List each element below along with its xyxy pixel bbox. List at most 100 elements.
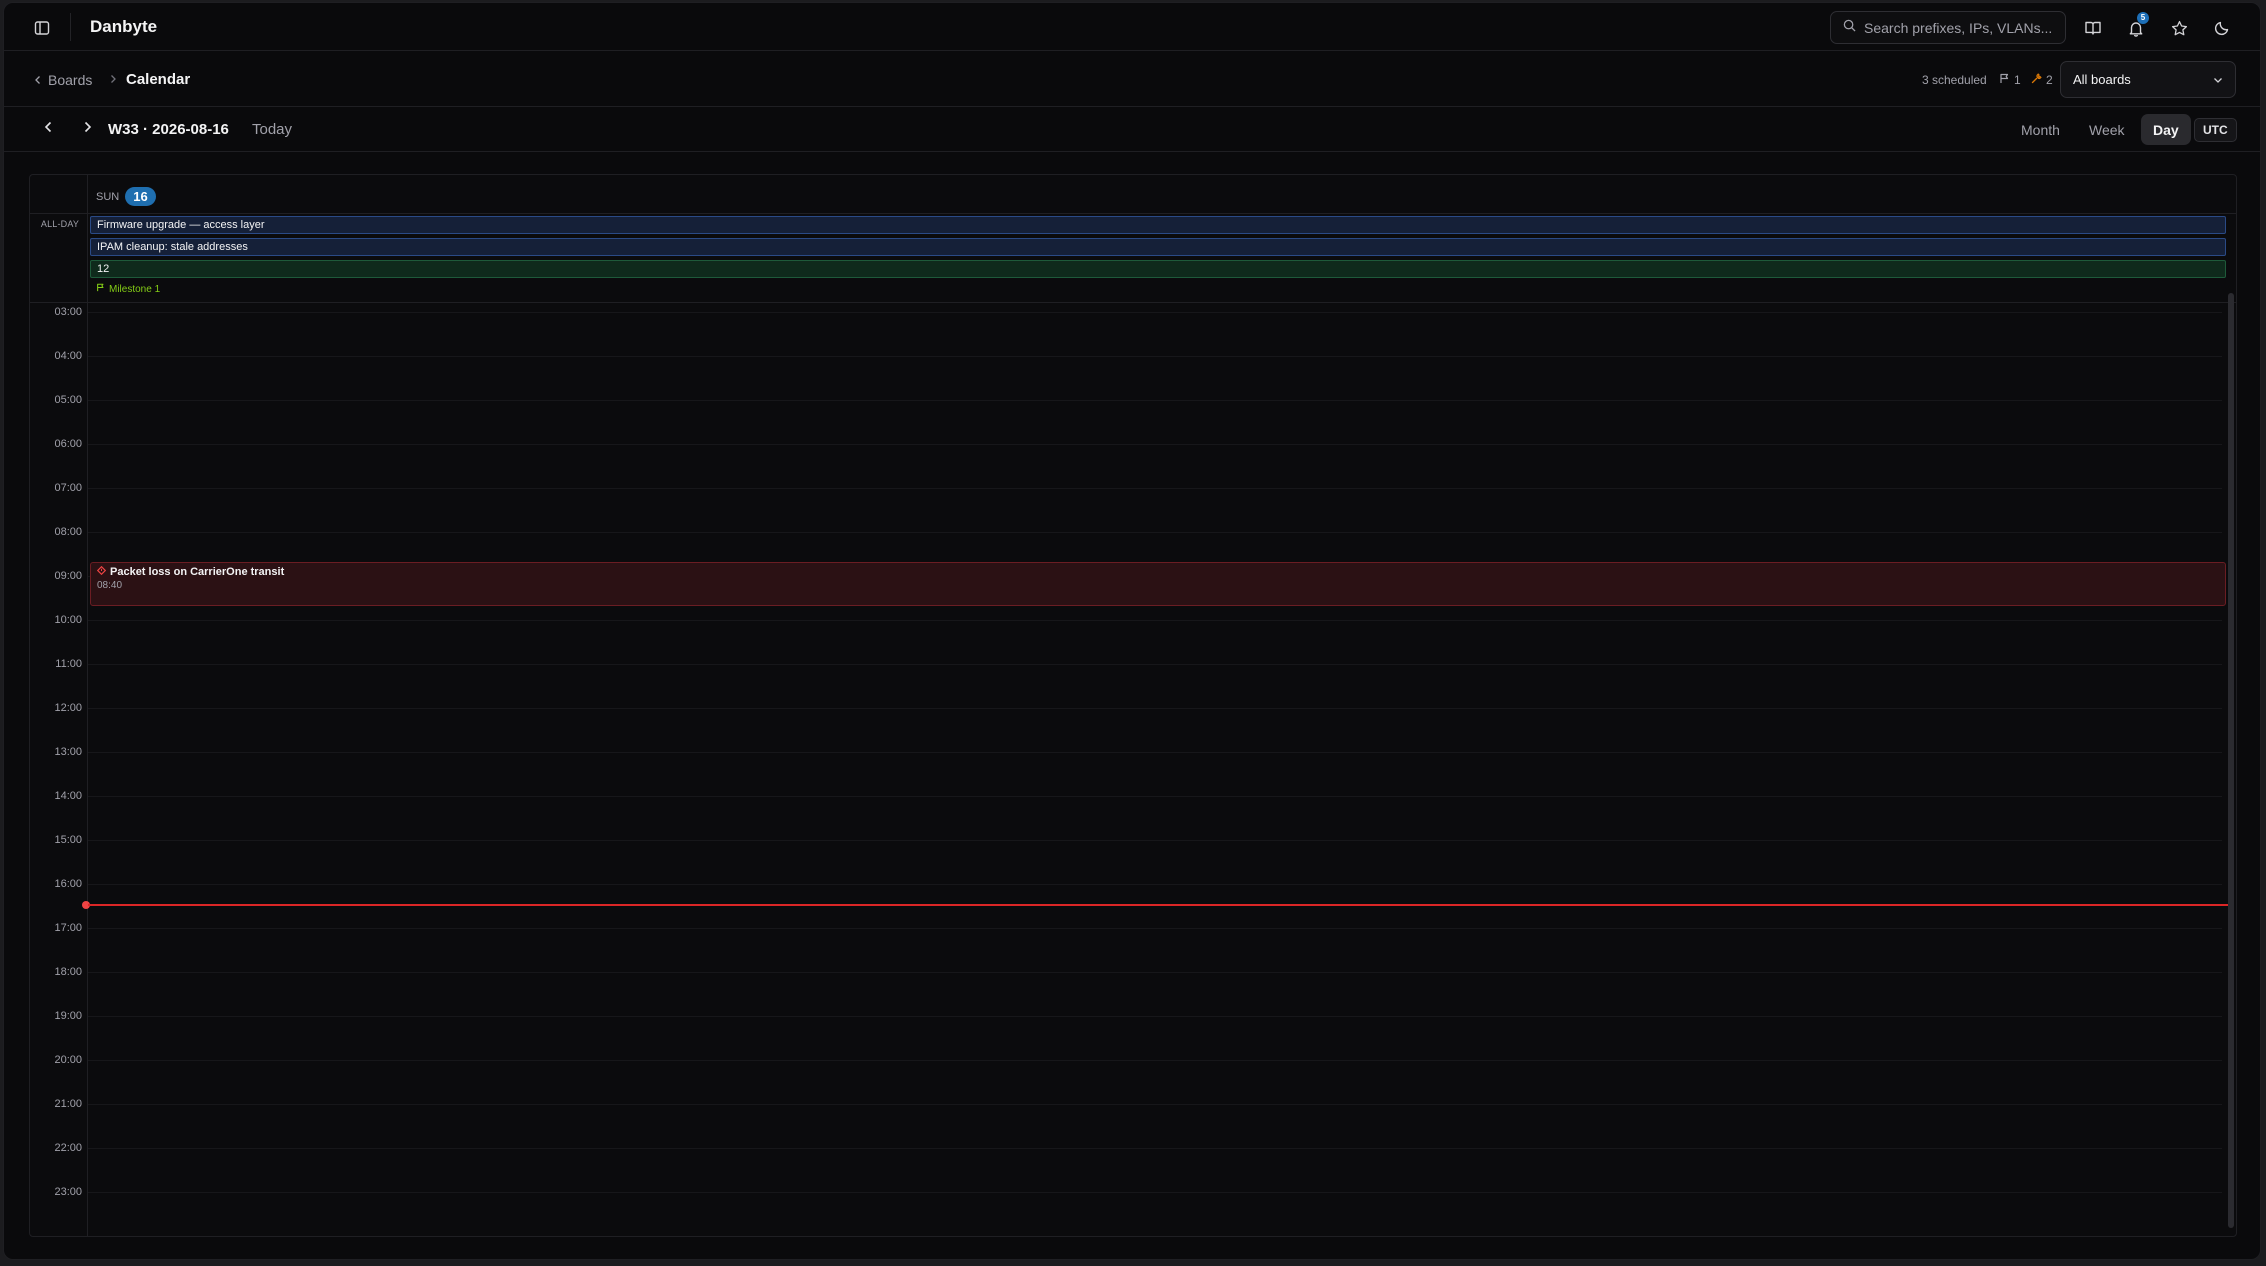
hour-row[interactable]: 12:00 xyxy=(30,702,2222,752)
hour-row[interactable]: 04:00 xyxy=(30,350,2222,400)
divider xyxy=(30,302,2236,303)
hour-label: 09:00 xyxy=(54,570,82,582)
milestone-label: Milestone 1 xyxy=(109,283,161,295)
hour-row[interactable]: 13:00 xyxy=(30,746,2222,796)
breadcrumb-boards-label: Boards xyxy=(48,72,93,88)
hour-label: 13:00 xyxy=(54,746,82,758)
hour-label: 06:00 xyxy=(54,438,82,450)
hour-row[interactable]: 19:00 xyxy=(30,1010,2222,1060)
next-period-button[interactable] xyxy=(76,118,98,140)
hour-row[interactable]: 16:00 xyxy=(30,878,2222,928)
hour-row[interactable]: 15:00 xyxy=(30,834,2222,884)
day-calendar: SUN 16 ALL-DAY Firmware upgrade — access… xyxy=(29,174,2237,1237)
day-number[interactable]: 16 xyxy=(125,187,156,206)
chevron-right-icon xyxy=(109,72,117,87)
hour-gridline xyxy=(88,840,2222,841)
hour-label: 21:00 xyxy=(54,1098,82,1110)
hour-gridline xyxy=(88,312,2222,313)
view-month-button[interactable]: Month xyxy=(2009,114,2072,145)
view-week-button[interactable]: Week xyxy=(2077,114,2137,145)
hour-label: 23:00 xyxy=(54,1186,82,1198)
current-time-line xyxy=(88,904,2228,906)
milestone-marker[interactable]: Milestone 1 xyxy=(96,283,160,295)
hour-row[interactable]: 03:00 xyxy=(30,306,2222,356)
hour-label: 08:00 xyxy=(54,526,82,538)
hour-gridline xyxy=(88,1104,2222,1105)
hour-label: 07:00 xyxy=(54,482,82,494)
hour-label: 12:00 xyxy=(54,702,82,714)
app-window: Danbyte 5 Boards xyxy=(3,2,2261,1260)
hour-row[interactable]: 11:00 xyxy=(30,658,2222,708)
hour-row[interactable]: 22:00 xyxy=(30,1142,2222,1192)
hour-label: 17:00 xyxy=(54,922,82,934)
allday-event[interactable]: IPAM cleanup: stale addresses xyxy=(90,238,2226,256)
today-button[interactable]: Today xyxy=(252,121,292,138)
breadcrumb: Boards Calendar 3 scheduled 1 2 All boar… xyxy=(4,52,2260,107)
timezone-toggle[interactable]: UTC xyxy=(2194,118,2237,142)
hour-row[interactable]: 07:00 xyxy=(30,482,2222,532)
day-header: SUN 16 xyxy=(96,187,156,206)
bell-icon[interactable]: 5 xyxy=(2123,12,2149,41)
hour-row[interactable]: 21:00 xyxy=(30,1098,2222,1148)
book-icon[interactable] xyxy=(2080,15,2106,41)
hour-label: 16:00 xyxy=(54,878,82,890)
hour-gridline xyxy=(88,928,2222,929)
hour-gridline xyxy=(88,1148,2222,1149)
hour-gridline xyxy=(88,400,2222,401)
hour-row[interactable]: 23:00 xyxy=(30,1186,2222,1236)
hour-gridline xyxy=(88,752,2222,753)
hour-label: 03:00 xyxy=(54,306,82,318)
hour-row[interactable]: 20:00 xyxy=(30,1054,2222,1104)
search-input[interactable] xyxy=(1864,19,2054,36)
hour-row[interactable]: 14:00 xyxy=(30,790,2222,840)
event-title: Packet loss on CarrierOne transit xyxy=(110,566,285,578)
allday-event[interactable]: Firmware upgrade — access layer xyxy=(90,216,2226,234)
moon-icon[interactable] xyxy=(2209,15,2235,41)
allday-event[interactable]: 12 xyxy=(90,260,2226,278)
breadcrumb-boards-link[interactable]: Boards xyxy=(34,72,92,88)
star-icon[interactable] xyxy=(2166,15,2192,41)
hour-gridline xyxy=(88,488,2222,489)
hour-label: 10:00 xyxy=(54,614,82,626)
event-title-row: Packet loss on CarrierOne transit xyxy=(96,565,2219,578)
hour-gridline xyxy=(88,356,2222,357)
scheduled-count: 3 scheduled xyxy=(1922,73,1987,87)
chevron-right-icon xyxy=(83,120,92,138)
hour-row[interactable]: 06:00 xyxy=(30,438,2222,488)
milestone-stat: 1 xyxy=(1999,73,2021,87)
hour-row[interactable]: 10:00 xyxy=(30,614,2222,664)
calendar-toolbar: W33 · 2026-08-16 Today Month Week Day UT… xyxy=(4,108,2260,152)
event-time: 08:40 xyxy=(97,580,123,591)
hour-label: 15:00 xyxy=(54,834,82,846)
hour-gridline xyxy=(88,444,2222,445)
hour-row[interactable]: 05:00 xyxy=(30,394,2222,444)
board-filter-select[interactable]: All boards xyxy=(2060,61,2236,98)
prev-period-button[interactable] xyxy=(37,118,59,140)
hour-label: 11:00 xyxy=(55,658,82,670)
hour-gridline xyxy=(88,532,2222,533)
milestone-count: 1 xyxy=(2014,73,2021,87)
hour-gridline xyxy=(88,1016,2222,1017)
board-filter-value: All boards xyxy=(2073,72,2131,87)
flag-icon xyxy=(96,283,105,295)
hour-label: 04:00 xyxy=(54,350,82,362)
hour-label: 22:00 xyxy=(54,1142,82,1154)
hour-gridline xyxy=(88,1192,2222,1193)
timed-event[interactable]: Packet loss on CarrierOne transit 08:40 xyxy=(90,562,2226,606)
hour-gridline xyxy=(88,1060,2222,1061)
hour-label: 20:00 xyxy=(54,1054,82,1066)
hour-row[interactable]: 17:00 xyxy=(30,922,2222,972)
hour-label: 05:00 xyxy=(54,394,82,406)
hour-row[interactable]: 18:00 xyxy=(30,966,2222,1016)
hour-gridline xyxy=(88,972,2222,973)
app-title: Danbyte xyxy=(90,17,158,36)
view-day-button[interactable]: Day xyxy=(2141,114,2191,145)
chevron-left-icon xyxy=(44,120,53,138)
notification-badge: 5 xyxy=(2137,12,2149,24)
period-label: W33 · 2026-08-16 xyxy=(108,121,229,138)
search-box[interactable] xyxy=(1830,11,2066,44)
sidebar-toggle-icon[interactable] xyxy=(30,17,54,39)
scrollbar[interactable] xyxy=(2228,293,2234,1228)
divider xyxy=(70,13,71,41)
hour-gridline xyxy=(88,620,2222,621)
